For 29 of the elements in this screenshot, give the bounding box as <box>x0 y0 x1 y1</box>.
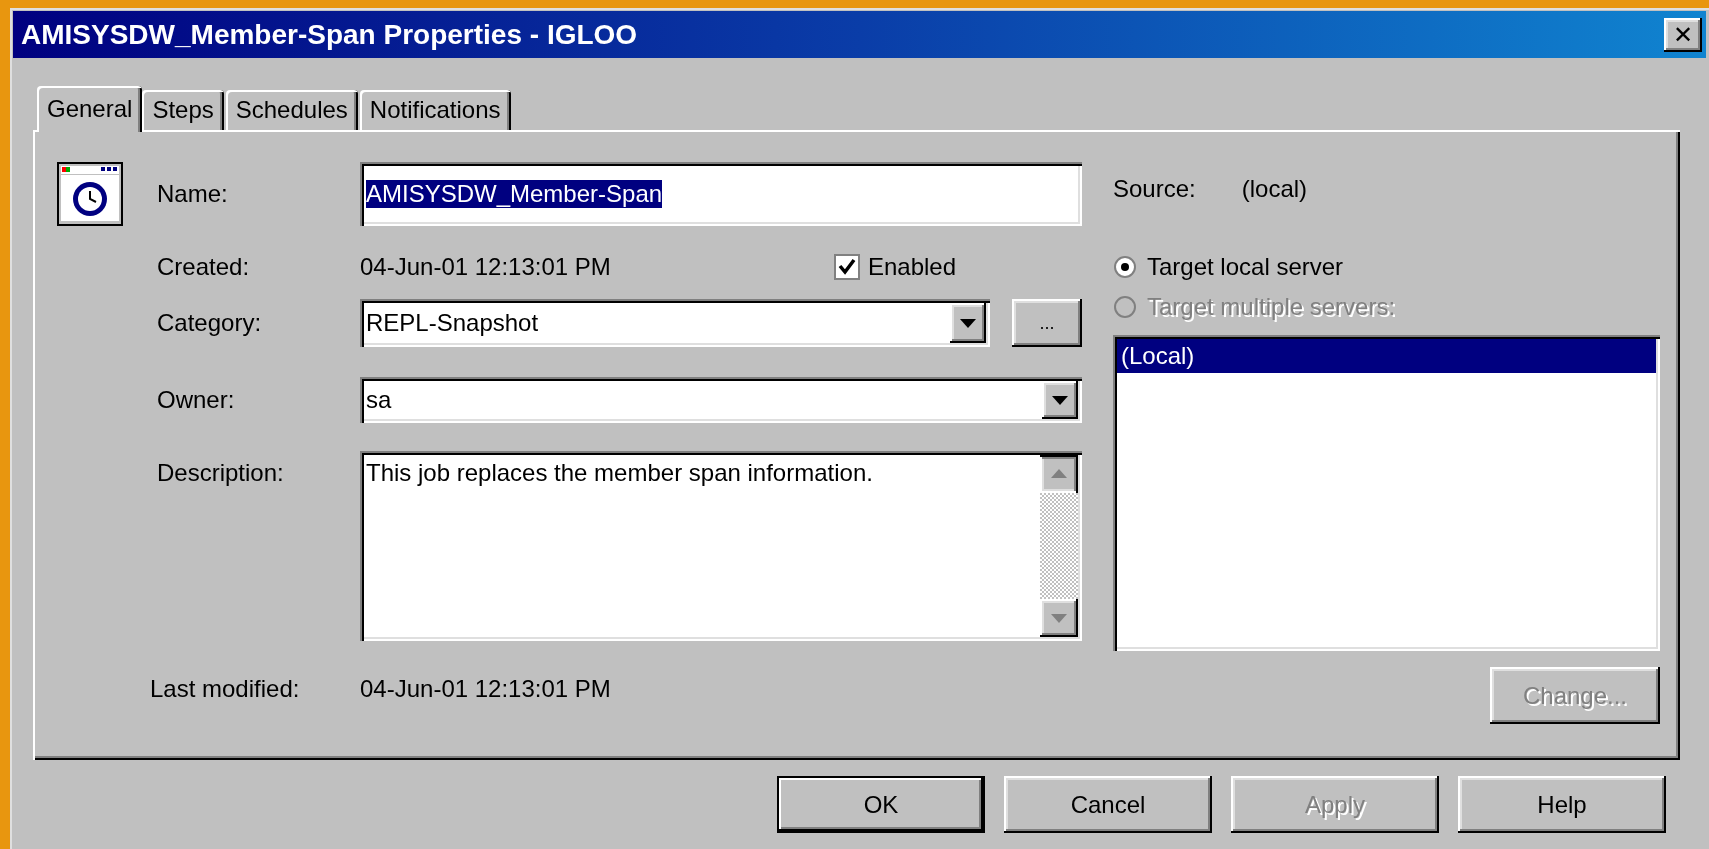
field-label: Description: <box>157 459 285 487</box>
list-item[interactable]: (Local) <box>1117 339 1656 373</box>
window-title: AMISYSDW_Member-Span Properties - IGLOO <box>21 18 638 51</box>
server-list[interactable]: (Local) <box>1113 335 1660 651</box>
close-button[interactable]: ✕ <box>1664 17 1702 52</box>
field-label: Created: <box>157 253 251 281</box>
field-label: Last modified: <box>150 675 301 703</box>
tab[interactable]: Steps <box>142 90 224 130</box>
modified-date: 04-Jun-01 12:13:01 PM <box>360 675 612 703</box>
tab[interactable]: General <box>37 86 143 132</box>
name-input[interactable]: AMISYSDW_Member-Span <box>360 162 1082 226</box>
field-label: Owner: <box>157 386 236 414</box>
radio-label: Target local server <box>1147 253 1344 281</box>
dialog-button[interactable]: OK <box>777 776 985 833</box>
description-textarea[interactable]: This job replaces the member span information. <box>360 451 1082 641</box>
radio-label: Target multiple servers: <box>1147 293 1396 321</box>
owner-dropdown[interactable]: sa <box>360 377 1082 423</box>
source-value: (local) <box>1241 174 1308 203</box>
field-label: Category: <box>157 309 263 337</box>
checkbox-label: Enabled <box>867 253 956 281</box>
created-date: 04-Jun-01 12:13:01 PM <box>360 253 611 281</box>
tab[interactable]: Notifications <box>359 90 511 130</box>
dialog-button[interactable]: Cancel <box>1004 776 1212 833</box>
field-label: Name: <box>157 180 229 208</box>
dialog-button[interactable]: Help <box>1458 776 1666 833</box>
category-dropdown[interactable]: REPL-Snapshot <box>360 299 990 347</box>
tab[interactable]: Schedules <box>225 90 358 130</box>
browse-button[interactable]: ... <box>1012 299 1082 347</box>
field-label: Source: <box>1113 174 1196 203</box>
